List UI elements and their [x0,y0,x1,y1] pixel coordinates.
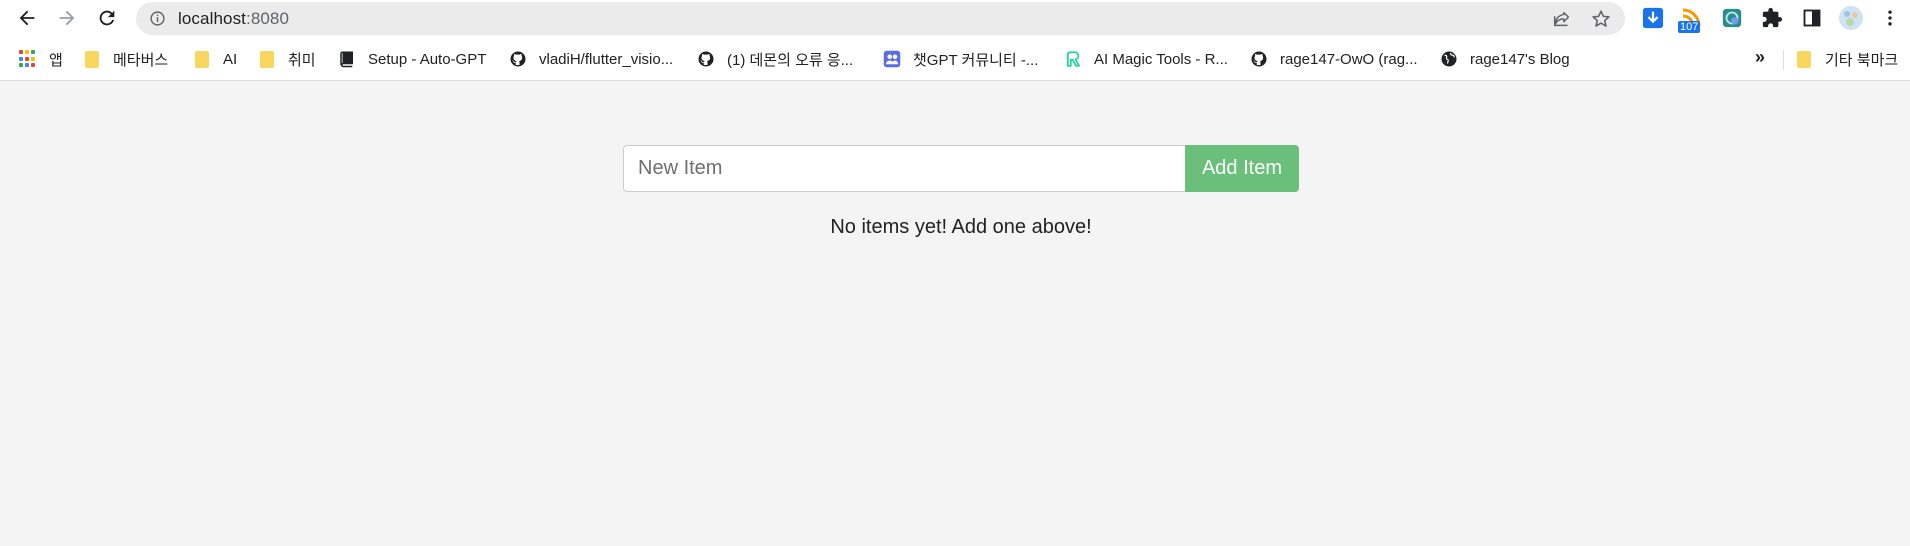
back-button[interactable] [12,3,42,33]
puzzle-icon [1762,7,1783,28]
rss-badge: 107 [1678,21,1701,33]
folder-icon [85,50,99,68]
add-item-button[interactable]: Add Item [1185,145,1299,192]
bookmark-setup-auto-gpt[interactable]: Setup - Auto-GPT [338,46,486,72]
community-icon [883,50,901,68]
bookmark-label: 취미 [288,51,316,69]
forward-button[interactable] [52,3,82,33]
bookmark-apps[interactable]: 앱 [19,46,63,72]
bookmark-label: 메타버스 [113,51,169,69]
bookmark-folder-metaverse[interactable]: 메타버스 [85,46,168,72]
share-icon[interactable] [1551,8,1573,30]
bookmarks-overflow-button[interactable]: » [1755,47,1765,68]
back-arrow-icon [19,10,35,26]
bookmark-label: Setup - Auto-GPT [368,50,487,68]
bookmark-rage147-blog[interactable]: rage147's Blog [1440,46,1570,72]
bookmark-label: (1) 데몬의 오류 응... [727,51,854,69]
new-item-input[interactable] [623,145,1185,192]
url-text[interactable]: localhost:8080 [178,9,289,29]
side-panel-icon [1803,9,1821,27]
bookmark-label: AI Magic Tools - R... [1094,50,1228,68]
kebab-menu-icon [1888,10,1892,26]
bookmark-folder-hobby[interactable]: 취미 [260,46,316,72]
folder-icon [1797,50,1811,68]
folder-icon [260,50,274,68]
bookmark-label: 앱 [49,51,63,69]
browser-menu-button[interactable] [1877,5,1903,31]
add-item-form: Add Item [623,145,1299,192]
github-icon [1251,51,1267,67]
extension-app-icon [1722,8,1742,28]
app-extension[interactable] [1719,5,1745,31]
bookmark-star-icon[interactable] [1590,8,1612,30]
bookmark-label: rage147's Blog [1470,50,1570,68]
download-icon [1642,7,1664,29]
profile-button[interactable] [1838,5,1864,31]
bookmark-label: AI [223,50,238,68]
bookmark-label: 기타 북마크 [1825,51,1899,69]
bookmarks-divider [1783,50,1784,70]
side-panel-button[interactable] [1799,5,1825,31]
bookmark-chatgpt-community[interactable]: 챗GPT 커뮤니티 -... [883,46,1038,72]
download-extension[interactable] [1640,5,1666,31]
folder-icon [195,50,209,68]
bookmark-ai-magic-tools[interactable]: AI Magic Tools - R... [1064,46,1228,72]
rss-extension[interactable]: 107 [1678,5,1704,33]
url-port: :8080 [246,9,290,28]
bookmark-rage147-owo[interactable]: rage147-OwO (rag... [1250,46,1418,72]
reload-icon [99,10,115,26]
bookmark-folder-ai[interactable]: AI [195,46,237,72]
forward-arrow-icon [59,10,75,26]
bookmark-other-folder[interactable]: 기타 북마크 [1797,46,1898,72]
apps-grid-icon [19,50,37,68]
bookmark-label: vladiH/flutter_visio... [539,50,674,68]
github-icon [510,51,526,67]
bookmark-daemon-error[interactable]: (1) 데몬의 오류 응... [697,46,853,72]
address-bar[interactable]: localhost:8080 [136,2,1625,35]
globe-icon [1441,51,1457,67]
bookmark-flutter-vision[interactable]: vladiH/flutter_visio... [509,46,673,72]
bookmarks-bar: 앱 메타버스 AI 취미 Setup - Auto-GPT vladiH/flu… [0,37,1910,81]
profile-avatar-icon [1839,6,1863,30]
url-host: localhost [178,9,246,28]
reload-button[interactable] [92,3,122,33]
browser-toolbar: localhost:8080 107 [0,0,1910,37]
site-info-icon[interactable] [149,10,166,27]
bookmark-label: 챗GPT 커뮤니티 -... [913,51,1039,69]
book-icon [340,51,353,68]
empty-state-message: No items yet! Add one above! [830,216,1092,238]
bookmark-label: rage147-OwO (rag... [1280,50,1418,68]
github-icon [698,51,714,67]
extensions-button[interactable] [1759,5,1785,31]
runway-icon [1066,51,1080,67]
